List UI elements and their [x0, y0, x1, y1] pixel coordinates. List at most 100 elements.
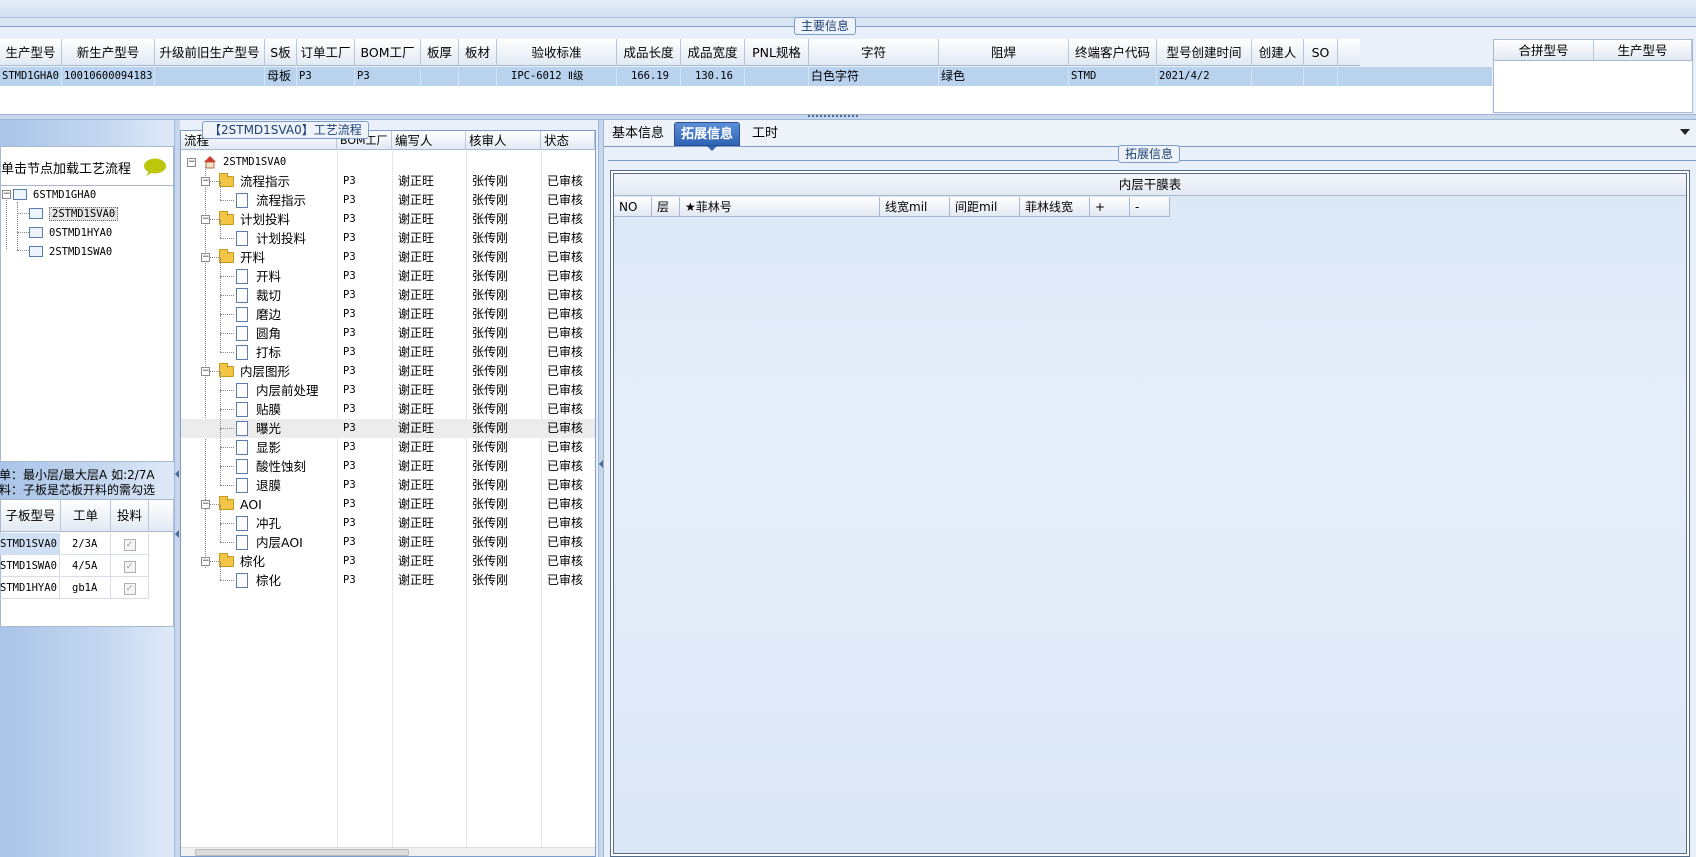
flow-step-row[interactable]: 计划投料 P3 谢正旺 张传刚 已审核	[181, 220, 595, 248]
main-cell[interactable]: IPC-6012 Ⅱ级	[497, 67, 617, 86]
flow-col-header[interactable]: 编写人	[392, 131, 466, 150]
main-cell[interactable]: P3	[355, 67, 421, 86]
version-tree[interactable]: − 6STMD1GHA0 2STMD1SVA0 0STMD1HYA0 2STMD…	[0, 185, 174, 462]
main-cell[interactable]: 166.19	[617, 67, 681, 86]
film-col-header[interactable]: 线宽mil	[880, 197, 950, 217]
main-col-header[interactable]: 板厚	[421, 39, 459, 66]
main-cell[interactable]	[459, 67, 497, 86]
sub-grid-cell[interactable]: STMD1SVA0	[0, 533, 60, 555]
film-col-header[interactable]: ★菲林号	[680, 197, 880, 217]
collapse-arrow-icon[interactable]	[175, 530, 179, 538]
main-cell[interactable]	[155, 67, 265, 86]
main-col-header[interactable]: SO	[1304, 39, 1338, 66]
feed-checkbox-cell[interactable]: ✓	[111, 577, 149, 599]
main-col-header[interactable]: 字符	[809, 39, 939, 66]
flow-group-row[interactable]: − AOI P3 谢正旺 张传刚 已审核	[181, 495, 595, 514]
collapse-toggle-icon[interactable]: −	[201, 500, 210, 509]
flow-step-row[interactable]: 酸性蚀刻 P3 谢正旺 张传刚 已审核	[181, 448, 595, 476]
feed-checkbox-cell[interactable]: ✓	[111, 555, 149, 577]
collapse-arrow-icon[interactable]	[175, 470, 179, 478]
film-col-header[interactable]: 间距mil	[950, 197, 1020, 217]
flow-step-row[interactable]: 棕化 P3 谢正旺 张传刚 已审核	[181, 562, 595, 590]
main-col-header[interactable]: 新生产型号	[62, 39, 155, 66]
flow-step-row[interactable]: 内层前处理 P3 谢正旺 张传刚 已审核	[181, 372, 595, 400]
tab-basic-info[interactable]: 基本信息	[606, 122, 670, 146]
add-row-button[interactable]: +	[1090, 197, 1130, 217]
scrollbar-thumb[interactable]	[195, 849, 409, 856]
main-col-header[interactable]: PNL规格	[745, 39, 809, 66]
flow-step-row[interactable]: 流程指示 P3 谢正旺 张传刚 已审核	[181, 182, 595, 210]
flow-group-row[interactable]: − 内层图形 P3 谢正旺 张传刚 已审核	[181, 362, 595, 381]
film-col-header[interactable]: NO	[614, 197, 652, 217]
main-col-header[interactable]: 阻焊	[939, 39, 1069, 66]
flow-col-header[interactable]: 核审人	[466, 131, 541, 150]
main-cell[interactable]: STMD	[1069, 67, 1157, 86]
flow-step-row[interactable]: 裁切 P3 谢正旺 张传刚 已审核	[181, 277, 595, 305]
flow-step-row[interactable]: 贴膜 P3 谢正旺 张传刚 已审核	[181, 391, 595, 419]
flow-group-row[interactable]: − 流程指示 P3 谢正旺 张传刚 已审核	[181, 172, 595, 191]
main-col-header[interactable]: 升级前旧生产型号	[155, 39, 265, 66]
flow-step-row[interactable]: 内层AOI P3 谢正旺 张传刚 已审核	[181, 524, 595, 552]
tree-item[interactable]: 0STMD1HYA0	[29, 224, 112, 241]
main-cell[interactable]: P3	[297, 67, 355, 86]
sub-grid-cell[interactable]: 2/3A	[61, 533, 111, 555]
collapse-arrow-icon[interactable]	[599, 460, 603, 468]
main-cell[interactable]: 白色字符	[809, 67, 939, 86]
collapse-toggle-icon[interactable]: −	[201, 557, 210, 566]
merge-model-grid[interactable]: 合拼型号 生产型号	[1493, 39, 1693, 113]
flow-root-row[interactable]: − 2STMD1SVA0	[181, 153, 595, 172]
sub-grid-cell[interactable]: gb1A	[61, 577, 111, 599]
main-col-header[interactable]: 生产型号	[0, 39, 62, 66]
main-cell[interactable]	[421, 67, 459, 86]
chevron-down-icon[interactable]	[1680, 129, 1690, 135]
main-cell[interactable]: 2021/4/2	[1157, 67, 1252, 86]
feed-checkbox[interactable]: ✓	[123, 538, 136, 551]
main-grid-selected-row[interactable]: STMD1GHA0 10010600094183 母板 P3 P3 IPC-6012 Ⅱ级…	[0, 67, 1492, 86]
tab-work-hours[interactable]: 工时	[746, 122, 784, 146]
main-col-header[interactable]: 订单工厂	[297, 39, 355, 66]
flow-step-row[interactable]: 退膜 P3 谢正旺 张传刚 已审核	[181, 467, 595, 495]
flow-step-row[interactable]: 冲孔 P3 谢正旺 张传刚 已审核	[181, 505, 595, 533]
film-col-header[interactable]: 层	[652, 197, 680, 217]
flow-step-row[interactable]: 显影 P3 谢正旺 张传刚 已审核	[181, 429, 595, 457]
flow-step-row[interactable]: 打标 P3 谢正旺 张传刚 已审核	[181, 334, 595, 362]
main-col-header[interactable]: 型号创建时间	[1157, 39, 1252, 66]
main-cell[interactable]	[745, 67, 809, 86]
collapse-toggle-icon[interactable]: −	[201, 177, 210, 186]
flow-step-row[interactable]: 圆角 P3 谢正旺 张传刚 已审核	[181, 315, 595, 343]
flow-col-header[interactable]: 状态	[541, 131, 595, 150]
tab-extended-info[interactable]: 拓展信息	[674, 122, 741, 151]
feed-checkbox[interactable]: ✓	[123, 560, 136, 573]
main-cell[interactable]	[1252, 67, 1304, 86]
sub-grid-cell[interactable]: STMD1HYA0	[0, 577, 60, 599]
tree-item-selected[interactable]: 2STMD1SVA0	[29, 205, 119, 222]
main-cell[interactable]: 130.16	[681, 67, 745, 86]
main-col-header[interactable]: BOM工厂	[355, 39, 421, 66]
collapse-toggle-icon[interactable]: −	[201, 367, 210, 376]
sub-col-header[interactable]: 子板型号	[1, 500, 61, 532]
main-cell[interactable]	[1304, 67, 1338, 86]
main-cell[interactable]: 绿色	[939, 67, 1069, 86]
collapse-toggle-icon[interactable]: −	[201, 253, 210, 262]
merge-col-header[interactable]: 生产型号	[1594, 40, 1692, 61]
process-flow-grid[interactable]: 流程 BOM工厂 编写人 核审人 状态 −2STMD1SVA0− 流程指示 P3 谢正…	[180, 130, 596, 857]
sub-col-header[interactable]: 工单	[61, 500, 111, 532]
main-cell[interactable]: 10010600094183	[62, 67, 155, 86]
flow-group-row[interactable]: − 棕化 P3 谢正旺 张传刚 已审核	[181, 552, 595, 571]
inner-dry-film-grid[interactable]: 内层干膜表 NO 层 ★菲林号 线宽mil 间距mil 菲林线宽 + -	[613, 173, 1687, 854]
collapse-toggle-icon[interactable]: −	[187, 158, 196, 167]
collapse-toggle-icon[interactable]: −	[201, 215, 210, 224]
flow-group-row[interactable]: − 计划投料 P3 谢正旺 张传刚 已审核	[181, 210, 595, 229]
sub-board-grid[interactable]: 子板型号 工单 投料 STMD1SVA0 2/3A ✓ STMD1SWA0 4/5A ✓ S…	[0, 499, 174, 627]
merge-col-header[interactable]: 合拼型号	[1494, 40, 1594, 61]
tree-item-root[interactable]: 6STMD1GHA0	[13, 186, 96, 203]
main-cell[interactable]: STMD1GHA0	[0, 67, 62, 86]
main-col-header[interactable]: 终端客户代码	[1069, 39, 1157, 66]
collapse-toggle-icon[interactable]: −	[2, 190, 11, 199]
feed-checkbox-cell[interactable]: ✓	[111, 533, 149, 555]
flow-step-row[interactable]: 曝光 P3 谢正旺 张传刚 已审核	[181, 410, 595, 438]
flow-horizontal-scrollbar[interactable]	[181, 847, 595, 856]
flow-group-row[interactable]: − 开料 P3 谢正旺 张传刚 已审核	[181, 248, 595, 267]
flow-step-row[interactable]: 磨边 P3 谢正旺 张传刚 已审核	[181, 296, 595, 324]
remove-row-button[interactable]: -	[1130, 197, 1170, 217]
